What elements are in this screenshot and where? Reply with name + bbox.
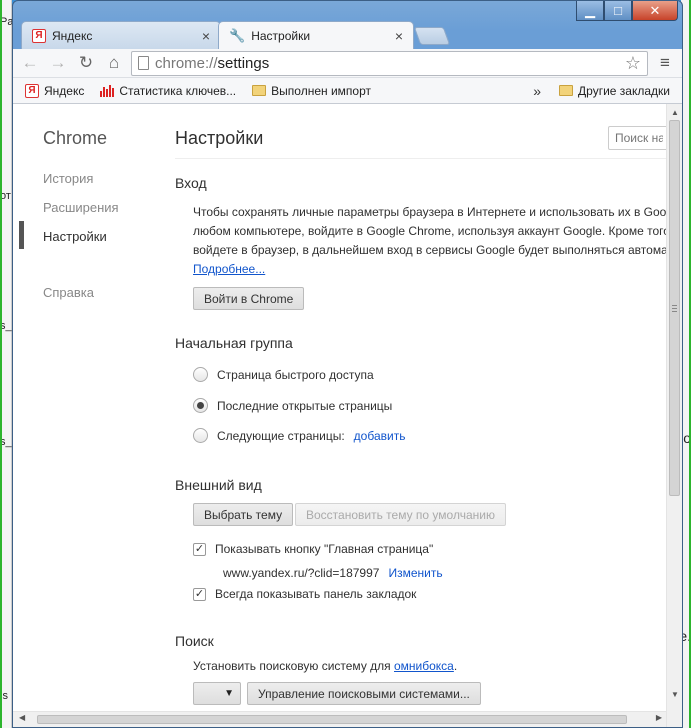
checkbox-checked[interactable]: ✓ xyxy=(193,542,206,556)
folder-icon xyxy=(559,85,574,96)
section-title-startup: Начальная группа xyxy=(175,335,293,351)
close-window-button[interactable]: ✕ xyxy=(632,1,678,21)
signin-line: любом компьютере, войдите в Google Chrom… xyxy=(193,224,666,238)
search-text: Установить поисковую систему для xyxy=(193,659,391,673)
scroll-left-icon[interactable]: ◀ xyxy=(19,713,25,722)
title-divider xyxy=(175,158,666,159)
bookmark-label: Выполнен импорт xyxy=(271,83,371,98)
home-button[interactable]: ⌂ xyxy=(103,52,125,74)
radio-button[interactable] xyxy=(193,367,208,382)
show-bookmarks-bar-option[interactable]: ✓ Всегда показывать панель закладок xyxy=(193,587,416,601)
sidebar-item-help[interactable]: Справка xyxy=(43,285,94,300)
sidebar-brand: Chrome xyxy=(43,128,108,148)
settings-sidebar: Chrome История Расширения Настройки Спра… xyxy=(13,104,173,727)
bookmark-label: Яндекс xyxy=(44,83,85,98)
tab-yandex[interactable]: Я Яндекс × xyxy=(21,21,221,49)
bookmark-stats[interactable]: Статистика ключев... xyxy=(94,84,242,98)
search-description: Установить поисковую систему для омнибок… xyxy=(193,657,666,676)
folder-icon xyxy=(252,85,267,96)
maximize-button[interactable]: □ xyxy=(604,1,632,21)
page-icon xyxy=(138,56,149,70)
signin-chrome-button[interactable]: Войти в Chrome xyxy=(193,287,305,310)
vertical-scrollbar[interactable]: ▲ ▼ xyxy=(666,104,682,727)
scroll-up-icon[interactable]: ▲ xyxy=(667,106,682,120)
horizontal-scrollbar[interactable]: ◀ ▶ xyxy=(13,711,666,727)
reload-button[interactable]: ↻ xyxy=(75,52,97,74)
home-page-url: www.yandex.ru/?clid=187997 xyxy=(223,566,380,580)
sidebar-selection-indicator xyxy=(19,221,24,249)
signin-description: Чтобы сохранять личные параметры браузер… xyxy=(193,203,666,279)
stats-icon xyxy=(100,84,115,97)
add-pages-link[interactable]: добавить xyxy=(354,429,406,443)
section-title-signin: Вход xyxy=(175,175,207,191)
chrome-window: Я Яндекс × 🔧 Настройки × ▁ □ ✕ ← → ↻ ⌂ c… xyxy=(12,0,683,728)
tab-label: Настройки xyxy=(251,28,311,43)
signin-line: Чтобы сохранять личные параметры браузер… xyxy=(193,205,666,219)
show-home-button-option[interactable]: ✓ Показывать кнопку "Главная страница" xyxy=(193,542,433,556)
omnibox-link[interactable]: омнибокса xyxy=(394,659,454,673)
search-settings-input[interactable] xyxy=(608,126,666,150)
scroll-down-icon[interactable]: ▼ xyxy=(667,688,682,702)
change-home-link[interactable]: Изменить xyxy=(388,566,442,580)
scroll-right-icon[interactable]: ▶ xyxy=(656,713,662,722)
bookmark-yandex[interactable]: Я Яндекс xyxy=(19,83,90,98)
wrench-icon: 🔧 xyxy=(229,27,246,43)
other-bookmarks-folder[interactable]: Другие закладки xyxy=(553,84,676,98)
scroll-thumb[interactable] xyxy=(669,120,680,496)
tab-settings[interactable]: 🔧 Настройки × xyxy=(218,21,414,49)
horizontal-scroll-thumb[interactable] xyxy=(37,715,627,724)
yandex-icon: Я xyxy=(32,28,46,43)
toolbar: ← → ↻ ⌂ chrome://settings ☆ ≡ xyxy=(13,49,682,78)
yandex-icon: Я xyxy=(25,83,39,98)
bookmark-label: Статистика ключев... xyxy=(119,83,237,98)
window-controls: ▁ □ ✕ xyxy=(576,1,678,21)
reset-theme-button[interactable]: Восстановить тему по умолчанию xyxy=(295,503,506,526)
settings-main: Настройки Вход Чтобы сохранять личные па… xyxy=(175,104,666,727)
radio-label: Страница быстрого доступа xyxy=(217,367,374,382)
close-icon[interactable]: × xyxy=(395,28,403,44)
menu-icon[interactable]: ≡ xyxy=(654,53,676,73)
back-button[interactable]: ← xyxy=(19,52,41,74)
url-scheme: chrome:// xyxy=(155,54,218,72)
search-engine-select[interactable]: ▼ xyxy=(193,682,241,705)
startup-option-continue[interactable]: Последние открытые страницы xyxy=(193,398,392,413)
section-title-appearance: Внешний вид xyxy=(175,477,262,493)
radio-label: Следующие страницы: xyxy=(217,428,345,443)
sidebar-item-extensions[interactable]: Расширения xyxy=(43,200,119,215)
radio-label: Последние открытые страницы xyxy=(217,398,393,413)
close-icon[interactable]: × xyxy=(202,28,210,44)
desktop-edge xyxy=(0,0,2,728)
title-bar: Я Яндекс × 🔧 Настройки × ▁ □ ✕ xyxy=(13,1,682,49)
address-bar[interactable]: chrome://settings ☆ xyxy=(131,50,648,76)
learn-more-link[interactable]: Подробнее... xyxy=(193,262,265,276)
tab-label: Яндекс xyxy=(52,28,93,43)
signin-line: войдете в браузер, в дальнейшем вход в с… xyxy=(193,243,666,257)
choose-theme-button[interactable]: Выбрать тему xyxy=(193,503,294,526)
checkbox-checked[interactable]: ✓ xyxy=(193,587,206,601)
checkbox-label: Всегда показывать панель закладок xyxy=(215,587,417,601)
bookmarks-bar: Я Яндекс Статистика ключев... Выполнен и… xyxy=(13,78,682,104)
bookmark-label: Другие закладки xyxy=(578,83,670,98)
page-content: Chrome История Расширения Настройки Спра… xyxy=(13,104,682,727)
section-title-search: Поиск xyxy=(175,633,214,649)
forward-button[interactable]: → xyxy=(47,52,69,74)
sidebar-item-settings[interactable]: Настройки xyxy=(43,229,107,244)
sidebar-item-history[interactable]: История xyxy=(43,171,93,186)
manage-search-engines-button[interactable]: Управление поисковыми системами... xyxy=(247,682,481,705)
bookmarks-overflow-button[interactable]: » xyxy=(525,83,549,99)
url-host: settings xyxy=(217,54,270,72)
radio-button[interactable] xyxy=(193,398,208,413)
page-title: Настройки xyxy=(175,128,264,148)
new-tab-button[interactable] xyxy=(413,27,451,45)
search-text-end: . xyxy=(453,659,458,673)
checkbox-label: Показывать кнопку "Главная страница" xyxy=(215,542,434,556)
startup-option-pages[interactable]: Следующие страницы: добавить xyxy=(193,428,405,443)
bookmark-imported-folder[interactable]: Выполнен импорт xyxy=(246,84,377,98)
bookmark-star-icon[interactable]: ☆ xyxy=(625,53,641,74)
startup-option-newtab[interactable]: Страница быстрого доступа xyxy=(193,367,374,382)
minimize-button[interactable]: ▁ xyxy=(576,1,604,21)
chevron-down-icon: ▼ xyxy=(224,688,234,699)
home-page-url-row: www.yandex.ru/?clid=187997 Изменить xyxy=(223,566,443,580)
radio-button[interactable] xyxy=(193,428,208,443)
